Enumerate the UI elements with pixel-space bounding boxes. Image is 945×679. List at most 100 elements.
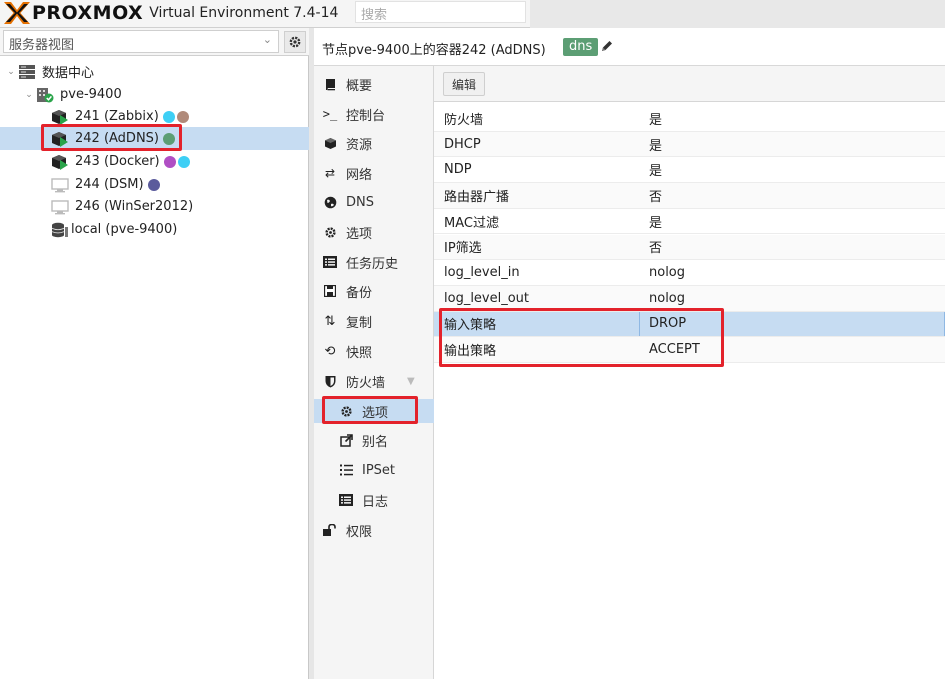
grid-row-router-advertisement[interactable]: 路由器广播 否: [434, 183, 945, 209]
resource-tree-panel: 服务器视图 ⌄ ⌄ 数据中心 ⌄ pve-9400 241 (Zabbix) 2…: [0, 28, 309, 679]
nav-item-label: IPSet: [362, 462, 396, 478]
nav-item-resources[interactable]: 资源: [314, 131, 434, 155]
nav-item-options[interactable]: 选项: [314, 220, 434, 244]
exchange-icon: ⇄: [324, 166, 336, 180]
tree-item-label: local (pve-9400): [71, 222, 178, 237]
grid-value: 否: [649, 189, 663, 205]
vm-stopped-icon: [51, 199, 69, 214]
nav-item-summary[interactable]: 概要: [314, 72, 434, 96]
version-label: Virtual Environment 7.4-14: [149, 5, 339, 21]
grid-value: 是: [649, 138, 663, 154]
shield-icon: [322, 373, 338, 389]
tree-item-datacenter[interactable]: ⌄ 数据中心: [0, 60, 309, 83]
collapse-arrow-icon[interactable]: ⌄: [24, 90, 34, 100]
grid-row-dhcp[interactable]: DHCP 是: [434, 131, 945, 158]
grid-row-ndp[interactable]: NDP 是: [434, 157, 945, 184]
grid-key: MAC过滤: [444, 215, 499, 231]
nav-item-console[interactable]: >_ 控制台: [314, 102, 434, 126]
grid-value: 是: [649, 112, 663, 128]
grid-value: nolog: [649, 290, 686, 306]
proxmox-x-icon: [4, 2, 30, 24]
nav-item-label: 日志: [362, 494, 389, 510]
header-toolbar-area: [530, 0, 945, 28]
nav-item-firewall[interactable]: 防火墙 ▼: [314, 369, 434, 393]
nav-item-firewall-options[interactable]: 选项: [314, 399, 434, 423]
nav-item-label: 备份: [346, 285, 373, 301]
list-icon: [322, 254, 338, 270]
nav-item-network[interactable]: ⇄ 网络: [314, 161, 434, 185]
external-link-icon: [338, 432, 354, 448]
nav-item-label: 控制台: [346, 108, 386, 124]
nav-item-label: 快照: [346, 345, 373, 361]
config-side-nav: 概要 >_ 控制台 资源 ⇄ 网络 DNS 选项 任务历史 备份 ⇅ 复制 ⟲ …: [314, 66, 434, 679]
tree-item-storage[interactable]: local (pve-9400): [0, 218, 309, 241]
history-icon: ⟲: [324, 343, 336, 359]
grid-row-input-policy[interactable]: 输入策略 DROP: [434, 311, 945, 338]
grid-row-log-level-in[interactable]: log_level_in nolog: [434, 260, 945, 286]
nav-item-label: 选项: [346, 226, 373, 242]
server-rack-icon: [19, 64, 35, 79]
proxmox-logo[interactable]: PROXMOX Virtual Environment 7.4-14: [4, 2, 338, 24]
nav-item-permissions[interactable]: 权限: [314, 518, 434, 542]
view-select[interactable]: 服务器视图 ⌄: [3, 30, 279, 53]
list-ol-icon: [338, 462, 354, 478]
grid-value: nolog: [649, 265, 686, 281]
grid-value: 是: [649, 164, 663, 180]
tree-item-242[interactable]: 242 (AdDNS): [0, 127, 309, 150]
tree-item-243[interactable]: 243 (Docker): [0, 150, 309, 173]
grid-row-log-level-out[interactable]: log_level_out nolog: [434, 285, 945, 312]
terminal-icon: >_: [322, 107, 338, 121]
nav-item-label: 别名: [362, 434, 389, 450]
tree-item-241[interactable]: 241 (Zabbix): [0, 105, 309, 128]
collapse-arrow-icon[interactable]: ⌄: [6, 67, 16, 77]
nav-item-dns[interactable]: DNS: [314, 190, 434, 214]
grid-key: 输入策略: [444, 318, 497, 334]
firewall-options-panel: 编辑 防火墙 是 DHCP 是 NDP 是 路由器广播 否 MAC过滤 是 IP…: [434, 66, 945, 679]
grid-value: 是: [649, 215, 663, 231]
search-input[interactable]: 搜索: [355, 1, 526, 23]
tag-dot-icon: [176, 110, 189, 123]
unlock-icon: [322, 522, 338, 538]
nav-item-firewall-log[interactable]: 日志: [314, 488, 434, 512]
view-select-value: 服务器视图: [9, 38, 75, 53]
container-running-icon: [52, 131, 68, 147]
nav-item-replication[interactable]: ⇅ 复制: [314, 309, 434, 333]
nav-item-label: 复制: [346, 315, 373, 331]
nav-item-label: 选项: [362, 405, 389, 421]
grid-row-ip-filter[interactable]: IP筛选 否: [434, 234, 945, 261]
grid-key: 路由器广播: [444, 189, 510, 205]
tree-item-246[interactable]: 246 (WinSer2012): [0, 195, 309, 218]
grid-row-firewall[interactable]: 防火墙 是: [434, 106, 945, 132]
grid-value: DROP: [649, 316, 687, 332]
nav-item-firewall-ipset[interactable]: IPSet: [314, 458, 434, 482]
container-tag-badge[interactable]: dns: [563, 38, 599, 56]
grid-value: ACCEPT: [649, 342, 700, 358]
grid-row-mac-filter[interactable]: MAC过滤 是: [434, 209, 945, 235]
expand-arrow-icon[interactable]: ▼: [407, 376, 415, 387]
edit-button[interactable]: 编辑: [443, 72, 485, 96]
tree-item-label: 246 (WinSer2012): [75, 199, 194, 214]
container-running-icon: [52, 109, 68, 125]
grid-row-output-policy[interactable]: 输出策略 ACCEPT: [434, 337, 945, 363]
grid-key: 防火墙: [444, 112, 484, 128]
nav-item-task-history[interactable]: 任务历史: [314, 250, 434, 274]
tag-dot-icon: [162, 110, 175, 123]
gear-icon: [338, 403, 354, 419]
storage-database-icon: [51, 222, 68, 237]
tree-item-node[interactable]: ⌄ pve-9400: [0, 83, 309, 106]
view-bar: 服务器视图 ⌄: [0, 28, 309, 56]
nav-item-label: 网络: [346, 167, 373, 183]
grid-key: log_level_in: [444, 265, 520, 281]
nav-item-firewall-alias[interactable]: 别名: [314, 428, 434, 452]
edit-tags-pencil-icon[interactable]: [600, 39, 614, 53]
tag-dot-icon: [177, 155, 190, 168]
nav-item-backup[interactable]: 备份: [314, 279, 434, 303]
content-header: 节点pve-9400上的容器242 (AdDNS) dns: [314, 28, 945, 66]
tree-settings-button[interactable]: [284, 31, 306, 53]
chevron-down-icon: ⌄: [262, 33, 272, 46]
nav-item-label: 防火墙: [346, 375, 386, 391]
grid-toolbar: 编辑: [434, 66, 945, 102]
tree-item-244[interactable]: 244 (DSM): [0, 173, 309, 196]
tree-item-label: 244 (DSM): [75, 177, 144, 192]
nav-item-snapshots[interactable]: ⟲ 快照: [314, 339, 434, 363]
